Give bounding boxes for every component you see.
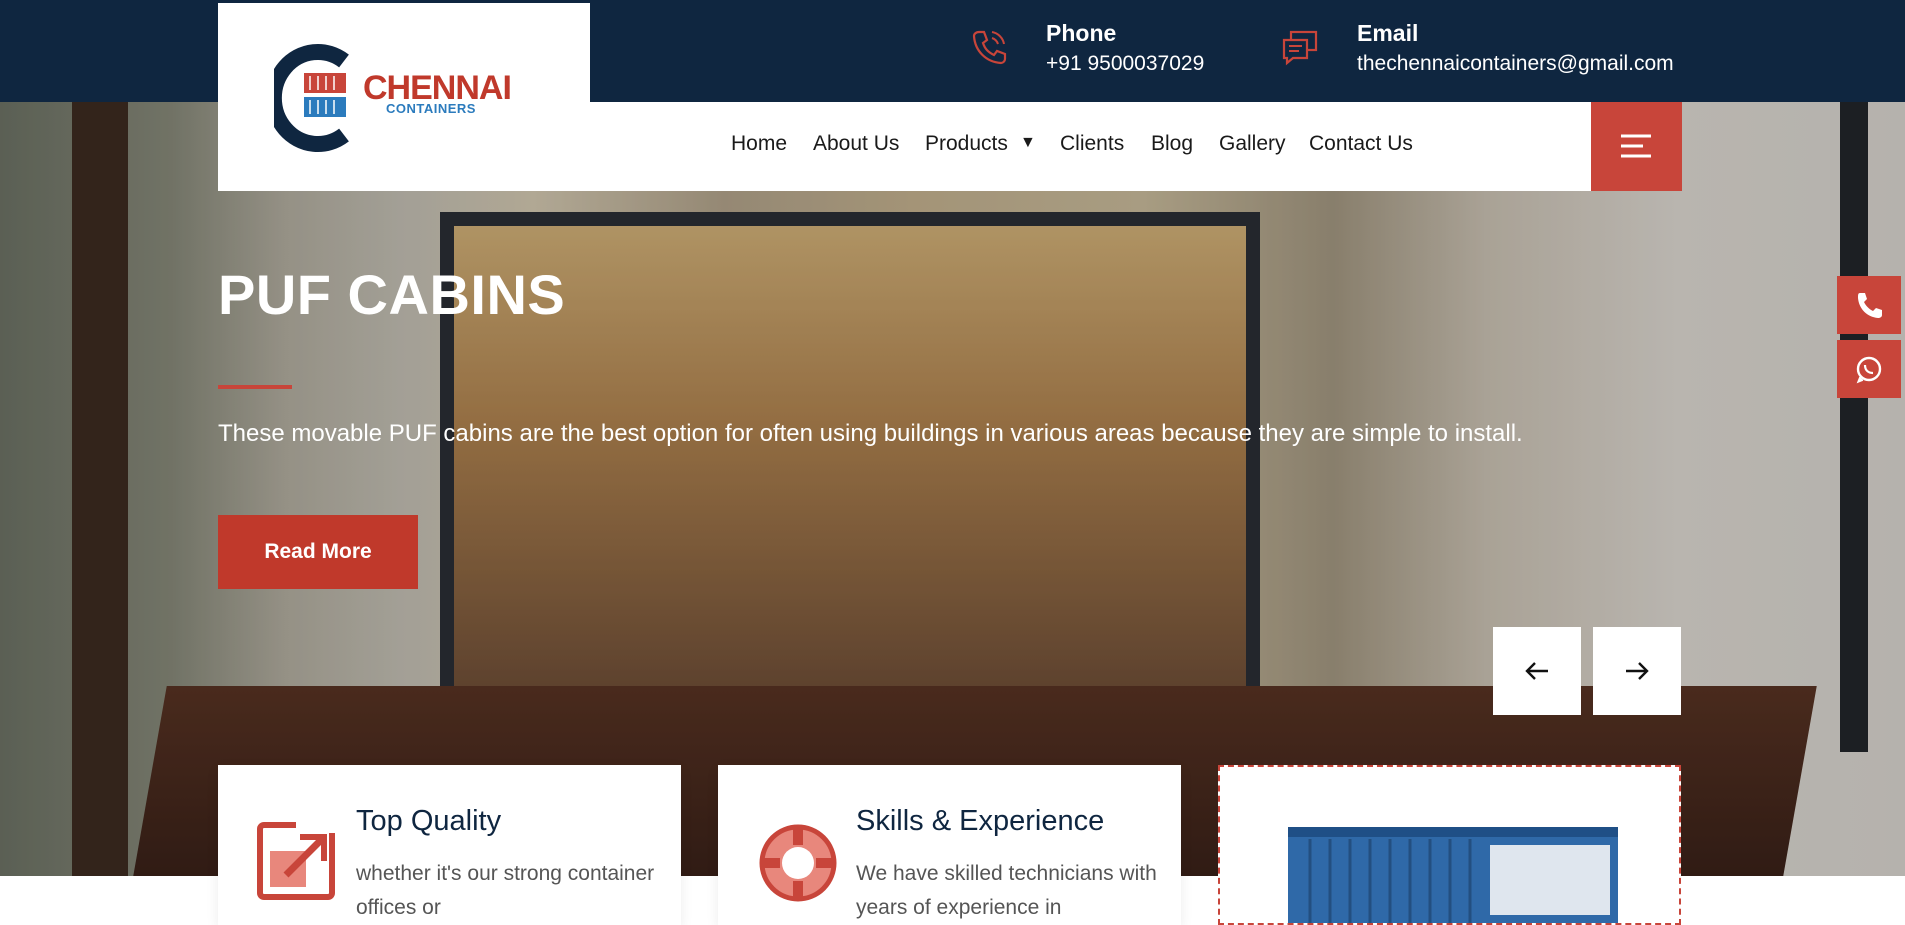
slider-prev-button[interactable]: [1493, 627, 1581, 715]
phone-icon: [972, 30, 1007, 65]
feature-card-top-quality: Top Quality whether it's our strong cont…: [218, 765, 681, 925]
lifebuoy-icon: [759, 824, 837, 902]
phone-icon: [1858, 293, 1882, 318]
chat-icon: [1282, 30, 1318, 66]
nav-products[interactable]: Products: [925, 132, 1008, 156]
whatsapp-icon: [1856, 356, 1882, 384]
slider-next-button[interactable]: [1593, 627, 1681, 715]
feature-card-skills: Skills & Experience We have skilled tech…: [718, 765, 1181, 925]
nav-about-us[interactable]: About Us: [813, 132, 899, 156]
menu-button[interactable]: [1591, 102, 1682, 191]
feature-card-container-image: [1218, 765, 1681, 925]
hero-title: PUF CABINS: [218, 263, 566, 326]
phone-label: Phone: [1046, 20, 1117, 46]
container-image: [1288, 827, 1618, 923]
nav-clients[interactable]: Clients: [1060, 132, 1124, 156]
nav-contact-us[interactable]: Contact Us: [1309, 132, 1413, 156]
arrow-right-icon: [1626, 662, 1649, 680]
menu-icon: [1621, 134, 1651, 158]
floating-call-button[interactable]: [1837, 276, 1901, 334]
email-address[interactable]: thechennaicontainers@gmail.com: [1357, 52, 1674, 76]
main-nav: Home About Us Products ▼ Clients Blog Ga…: [590, 102, 1591, 191]
container-logo-icon: [274, 44, 349, 152]
hero-description: These movable PUF cabins are the best op…: [218, 420, 1523, 447]
read-more-button[interactable]: Read More: [218, 515, 418, 589]
quality-icon: [257, 821, 340, 900]
hero-slider: [0, 102, 1905, 876]
feature-title: Skills & Experience: [856, 805, 1105, 837]
logo-subtitle: CONTAINERS: [386, 101, 476, 116]
nav-gallery[interactable]: Gallery: [1219, 132, 1286, 156]
feature-text: whether it's our strong container office…: [356, 862, 655, 919]
hero-overlay: [0, 102, 1905, 876]
phone-number[interactable]: +91 9500037029: [1046, 52, 1204, 76]
floating-whatsapp-button[interactable]: [1837, 340, 1901, 398]
feature-text: We have skilled technicians with years o…: [856, 862, 1157, 919]
logo[interactable]: CHENNAI CONTAINERS: [218, 3, 590, 191]
hero-divider: [218, 385, 292, 389]
nav-home[interactable]: Home: [731, 132, 787, 156]
email-label: Email: [1357, 20, 1419, 46]
feature-title: Top Quality: [356, 805, 502, 837]
nav-blog[interactable]: Blog: [1151, 132, 1193, 156]
arrow-left-icon: [1525, 662, 1548, 680]
chevron-down-icon[interactable]: ▼: [1020, 134, 1036, 152]
